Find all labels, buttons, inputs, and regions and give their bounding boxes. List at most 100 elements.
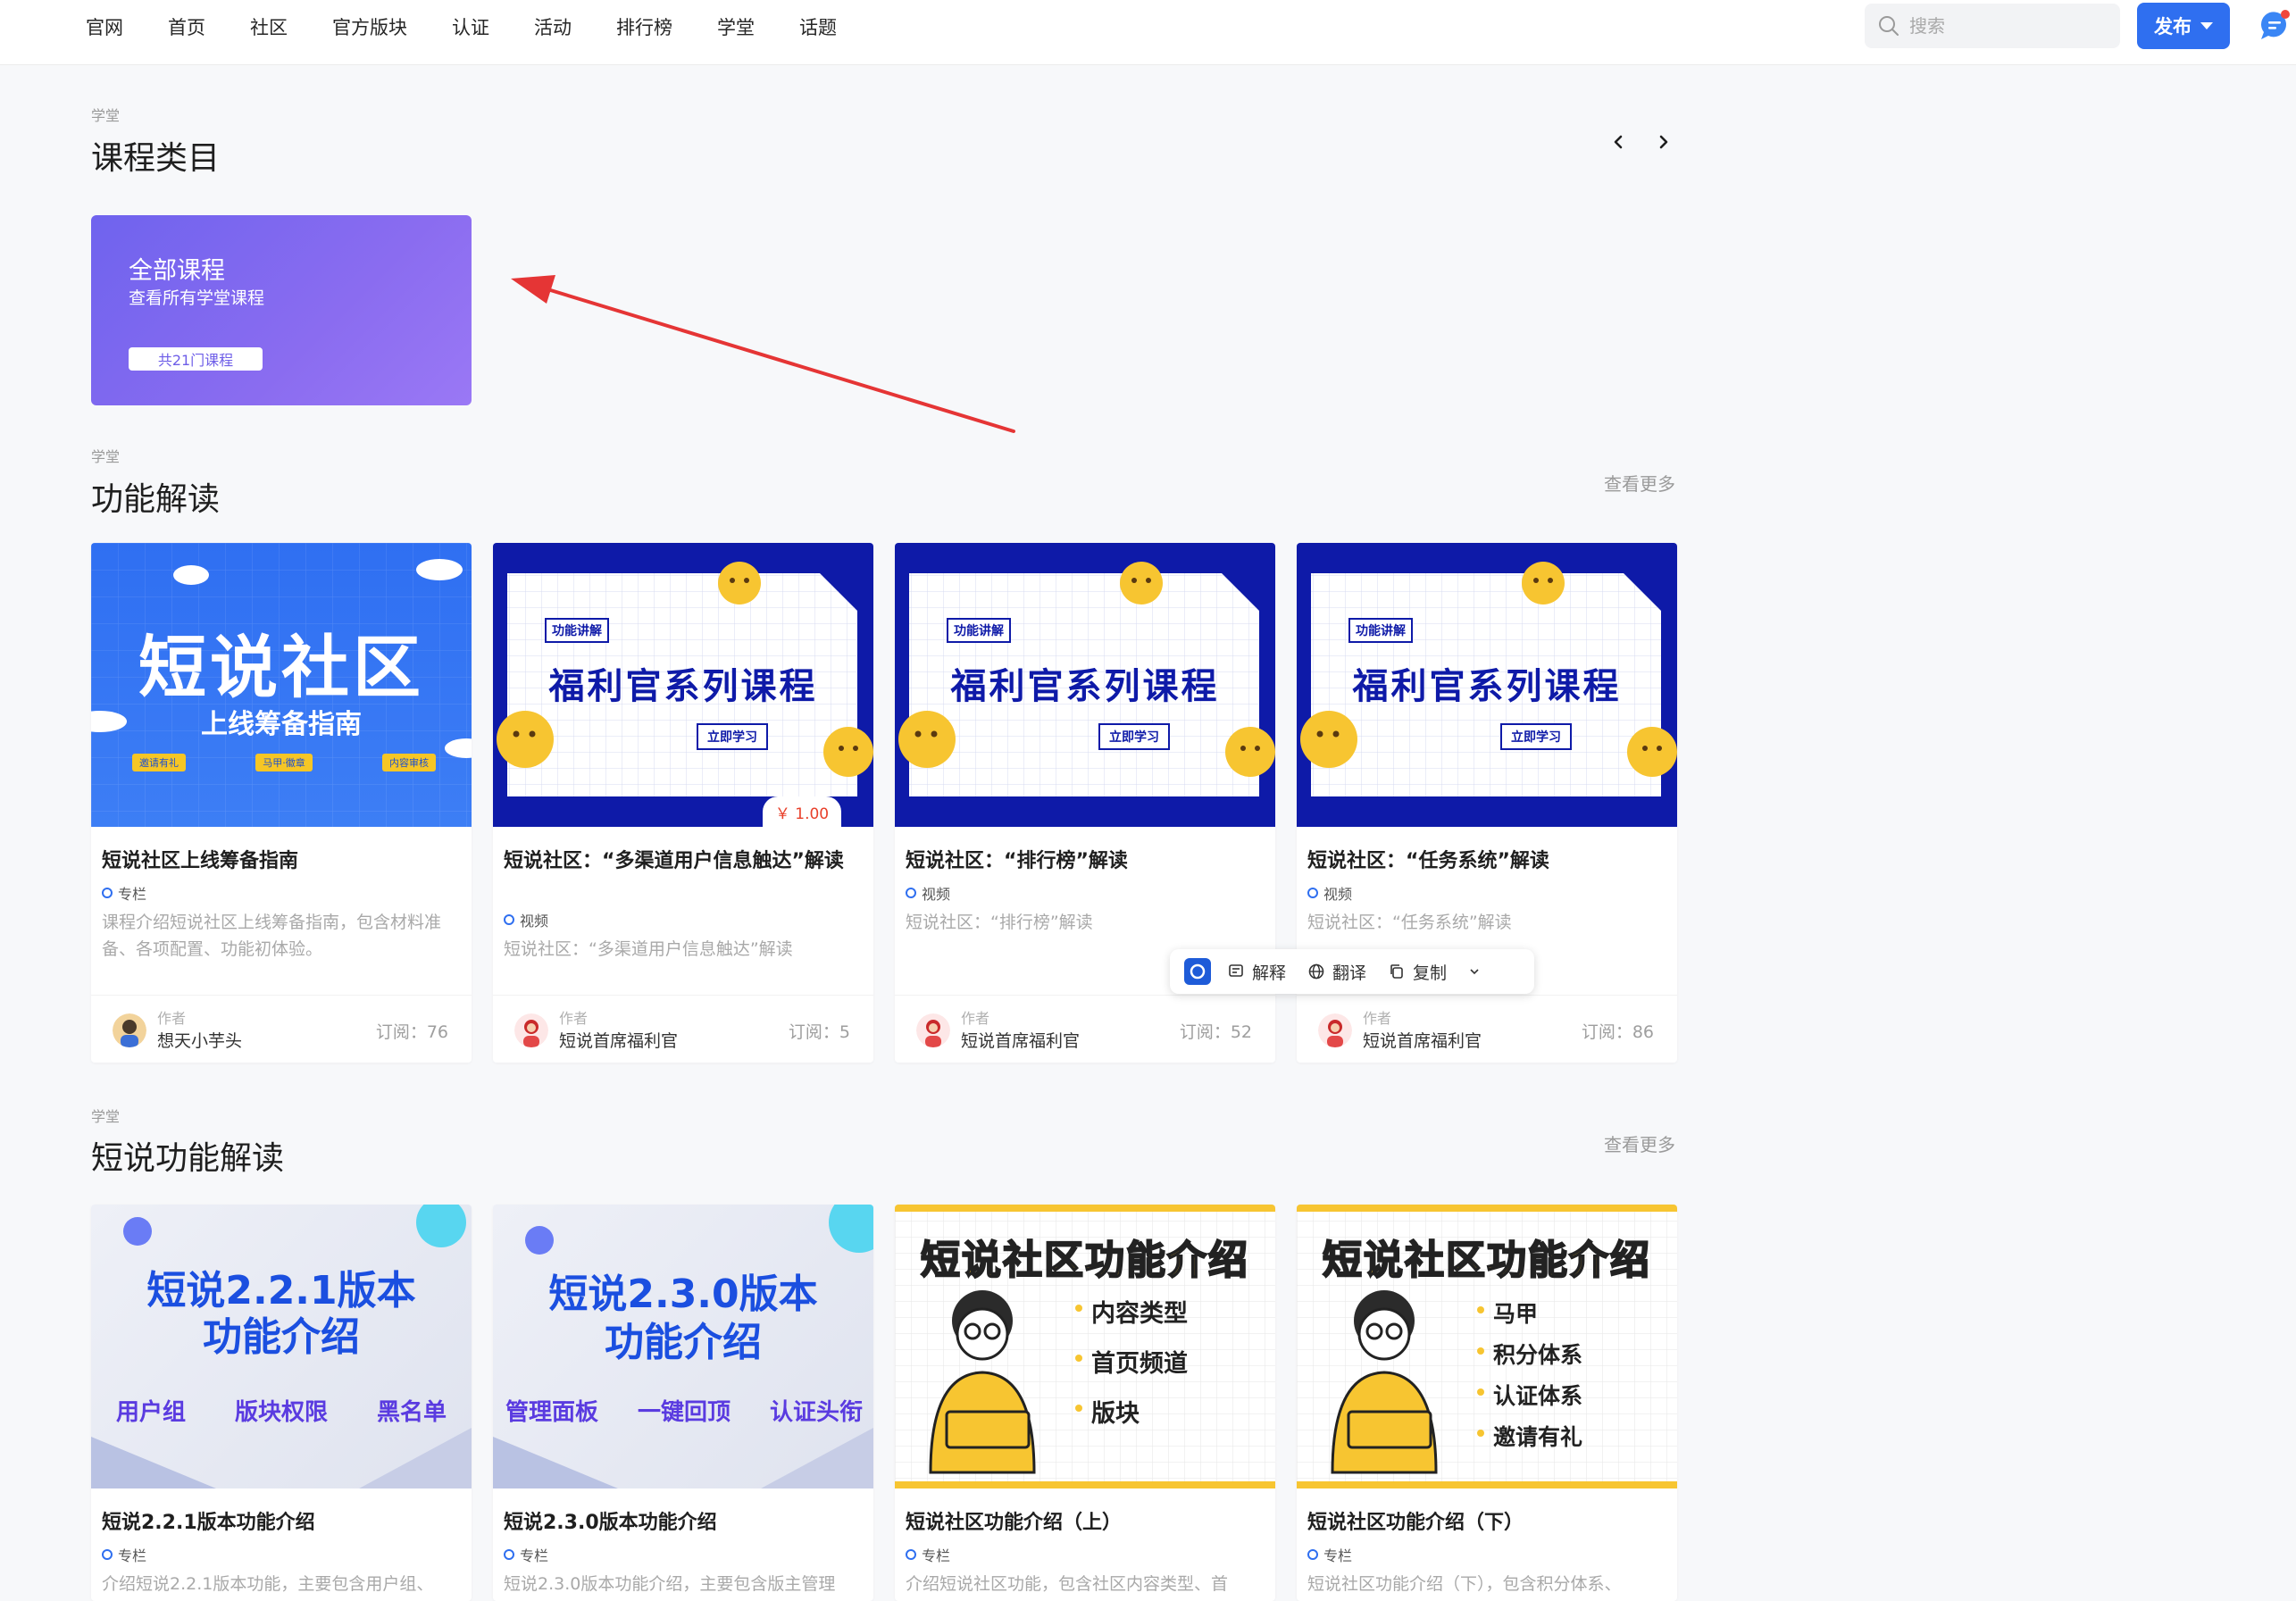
course-cover-image: 功能讲解 福利官系列课程 立即学习	[895, 543, 1275, 827]
course-description: 短说社区：“排行榜”解读	[906, 913, 1093, 932]
nav-item-academy[interactable]: 学堂	[717, 13, 755, 40]
section-kicker: 学堂	[91, 1108, 121, 1125]
cover-tag: 功能讲解	[545, 618, 609, 643]
all-courses-title: 全部课程	[129, 257, 225, 285]
course-description: 短说2.3.0版本功能介绍，主要包含版主管理	[504, 1574, 836, 1594]
course-title[interactable]: 短说社区：“多渠道用户信息触达”解读	[504, 848, 861, 874]
course-description: 介绍短说2.2.1版本功能，主要包含用户组、	[102, 1574, 434, 1594]
course-title[interactable]: 短说社区功能介绍（下）	[1307, 1510, 1665, 1536]
cover-bullet: 版块	[1091, 1400, 1140, 1428]
nav-item-topics[interactable]: 话题	[799, 13, 837, 40]
course-card[interactable]: 短说社区 上线筹备指南 邀请有礼 马甲·徽章 内容审核 短说社区上线筹备指南 专…	[91, 543, 472, 1063]
course-type: 专栏	[1307, 1544, 1352, 1565]
course-title[interactable]: 短说社区功能介绍（上）	[906, 1510, 1263, 1536]
nav-item-home[interactable]: 首页	[168, 13, 205, 40]
course-description: 短说社区：“多渠道用户信息触达”解读	[504, 939, 793, 959]
course-type: 专栏	[504, 1544, 548, 1565]
course-title[interactable]: 短说社区：“任务系统”解读	[1307, 848, 1665, 874]
publish-button[interactable]: 发布	[2137, 3, 2230, 49]
cover-feature: 黑名单	[376, 1399, 447, 1426]
course-type: 专栏	[102, 882, 146, 904]
type-dot-icon	[102, 1549, 113, 1560]
cover-tag: 功能讲解	[947, 618, 1011, 643]
course-description: 短说社区功能介绍（下），包含积分体系、	[1307, 1574, 1622, 1594]
see-more-link[interactable]: 查看更多	[1604, 1130, 1675, 1156]
nav-item-official-site[interactable]: 官网	[86, 13, 123, 40]
section-title-categories: 课程类目	[91, 140, 221, 177]
translate-button[interactable]: 翻译	[1307, 960, 1366, 984]
chevron-left-icon[interactable]	[1607, 130, 1630, 154]
chevron-down-icon	[2200, 22, 2213, 29]
cover-feature: 版块权限	[234, 1399, 328, 1426]
cover-headline: 福利官系列课程	[1352, 666, 1622, 707]
author-name[interactable]: 想天小芋头	[157, 1028, 242, 1052]
cover-tag: 功能讲解	[1348, 618, 1413, 643]
course-type-label: 视频	[922, 886, 951, 903]
subscription-count: 订阅：76	[375, 1022, 448, 1042]
cover-subheadline: 功能介绍	[605, 1320, 762, 1365]
author-name[interactable]: 短说首席福利官	[961, 1028, 1080, 1052]
search-input[interactable]	[1908, 14, 2108, 38]
cover-tags: 邀请有礼 马甲·徽章 内容审核	[132, 754, 436, 771]
course-type: 视频	[504, 909, 548, 930]
search-box[interactable]	[1865, 4, 2120, 48]
course-cover-image: 短说社区功能介绍 内容类型 首页频道 版块	[895, 1205, 1275, 1488]
translate-label: 翻译	[1332, 963, 1367, 983]
nav-item-leaderboard[interactable]: 排行榜	[616, 13, 672, 40]
cover-tag: 内容审核	[382, 754, 436, 771]
cover-features: 用户组 版块权限 黑名单	[116, 1394, 447, 1427]
copy-icon	[1390, 964, 1403, 979]
course-type: 专栏	[906, 1544, 950, 1565]
see-more-link[interactable]: 查看更多	[1604, 470, 1675, 496]
course-card[interactable]: 功能讲解 福利官系列课程 立即学习 ￥ 1.00 短说社区：“多渠道用户信息触达…	[493, 543, 873, 1063]
course-title[interactable]: 短说社区：“排行榜”解读	[906, 848, 1263, 874]
chevron-right-icon[interactable]	[1652, 130, 1675, 154]
cover-features: 管理面板 一键回顶 认证头衔	[505, 1394, 863, 1427]
nav-item-official-boards[interactable]: 官方版块	[332, 13, 407, 40]
course-card[interactable]: 短说2.3.0版本 功能介绍 管理面板 一键回顶 认证头衔 短说2.3.0版本功…	[493, 1205, 873, 1601]
cover-tag: 邀请有礼	[132, 754, 186, 771]
copy-button[interactable]: 复制	[1388, 960, 1447, 984]
nav-item-community[interactable]: 社区	[250, 13, 288, 40]
explain-button[interactable]: 解释	[1227, 960, 1286, 984]
publish-button-label: 发布	[2154, 16, 2192, 38]
course-card[interactable]: 短说2.2.1版本 功能介绍 用户组 版块权限 黑名单 短说2.2.1版本功能介…	[91, 1205, 472, 1601]
avatar[interactable]	[916, 1013, 950, 1047]
avatar[interactable]	[113, 1013, 146, 1047]
all-courses-subtitle: 查看所有学堂课程	[129, 288, 265, 308]
course-cover-image: 功能讲解 福利官系列课程 立即学习	[1297, 543, 1677, 827]
course-title[interactable]: 短说2.3.0版本功能介绍	[504, 1510, 861, 1536]
cover-feature: 用户组	[116, 1399, 187, 1426]
cover-subheadline: 功能介绍	[203, 1314, 360, 1360]
avatar[interactable]	[1318, 1013, 1352, 1047]
cover-bullet: 积分体系	[1493, 1342, 1583, 1368]
course-title[interactable]: 短说社区上线筹备指南	[102, 848, 459, 874]
course-type: 视频	[1307, 882, 1352, 904]
course-type-label: 专栏	[118, 1547, 147, 1564]
type-dot-icon	[1307, 888, 1318, 898]
course-card[interactable]: 短说社区功能介绍 内容类型 首页频道 版块 短说社区功能介绍（上） 专栏 介绍短…	[895, 1205, 1275, 1601]
chevron-down-icon[interactable]	[1468, 965, 1481, 978]
all-courses-card[interactable]: 全部课程 查看所有学堂课程 共21门课程	[91, 215, 472, 405]
author-row: 作者 短说首席福利官 订阅：86	[1297, 995, 1677, 1063]
author-name[interactable]: 短说首席福利官	[559, 1028, 678, 1052]
subscription-count: 订阅：86	[1581, 1022, 1654, 1042]
section-title-shuoshuo-features: 短说功能解读	[91, 1140, 285, 1177]
cover-bullet: 邀请有礼	[1493, 1424, 1583, 1450]
course-cover-image: 功能讲解 福利官系列课程 立即学习 ￥ 1.00	[493, 543, 873, 827]
course-card[interactable]: 短说社区功能介绍 马甲 积分体系 认证体系 邀请有礼 短说社区功能介绍（下） 专…	[1297, 1205, 1677, 1601]
author-name[interactable]: 短说首席福利官	[1363, 1028, 1482, 1052]
cover-banner: 短说社区功能介绍	[1322, 1237, 1651, 1284]
cover-banner: 短说社区功能介绍	[920, 1237, 1249, 1284]
nav-item-verification[interactable]: 认证	[452, 13, 489, 40]
message-icon[interactable]	[2258, 9, 2292, 43]
assistant-logo-icon[interactable]	[1184, 958, 1211, 985]
course-title[interactable]: 短说2.2.1版本功能介绍	[102, 1510, 459, 1536]
avatar[interactable]	[514, 1013, 548, 1047]
subscription-count: 订阅：5	[788, 1022, 850, 1042]
nav-item-events[interactable]: 活动	[534, 13, 572, 40]
explain-icon	[1229, 964, 1243, 977]
type-dot-icon	[504, 1549, 514, 1560]
course-type-label: 专栏	[118, 886, 147, 903]
author-row: 作者 想天小芋头 订阅：76	[91, 995, 472, 1063]
